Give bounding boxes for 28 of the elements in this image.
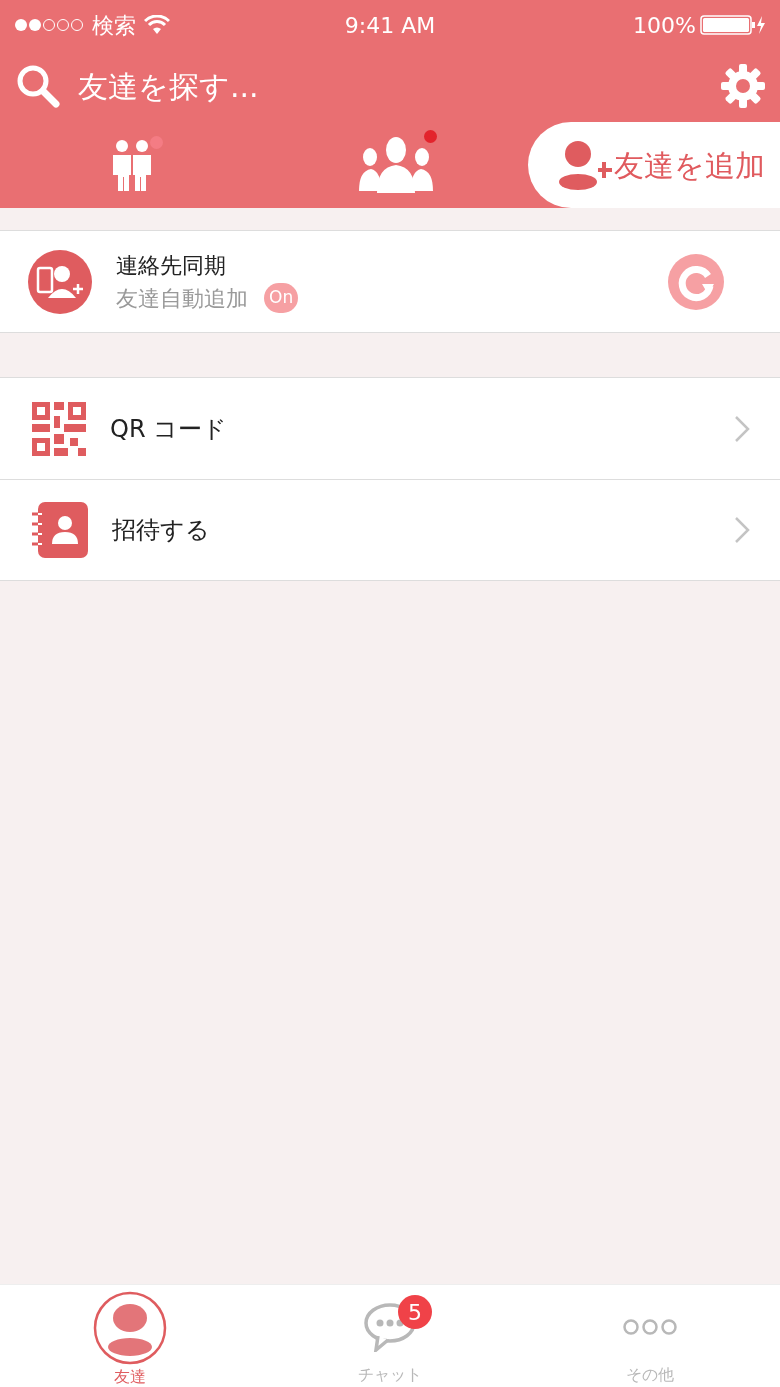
carrier-text: 検索 [92,11,136,40]
group-icon [359,137,433,193]
chevron-icon [734,414,750,443]
refresh-icon[interactable] [668,253,724,310]
settings-icon[interactable] [720,63,766,109]
profile-icon [93,1291,167,1365]
sync-title: 連絡先同期 [116,251,227,280]
contact-sync-icon [28,249,92,314]
chevron-icon [734,516,750,544]
tab-bar-item[interactable]: 友達 [0,1285,260,1387]
search-field[interactable]: 友達を探す... [76,62,476,110]
address-book-icon [32,502,88,558]
battery-text: 100% [633,11,696,40]
tab-bar-item[interactable]: その他 [520,1285,780,1387]
qr-code-icon [32,401,86,456]
clock-text: 9:41 AM [344,11,436,40]
more-icon [623,1318,677,1336]
pair-icon [110,139,154,191]
battery-icon [700,15,766,35]
toggle-status[interactable]: On [264,283,299,313]
search-icon[interactable] [16,64,60,108]
unread-badge: 5 [398,1295,432,1329]
tab[interactable]: 友達を追加 [528,122,780,208]
wifi-icon [144,15,170,35]
sync-subtitle: 友達自動追加 [116,284,248,313]
tab-bar-item[interactable]: チャット 5 [260,1285,520,1387]
add-person-icon [558,140,612,190]
signal-icon [14,18,84,32]
